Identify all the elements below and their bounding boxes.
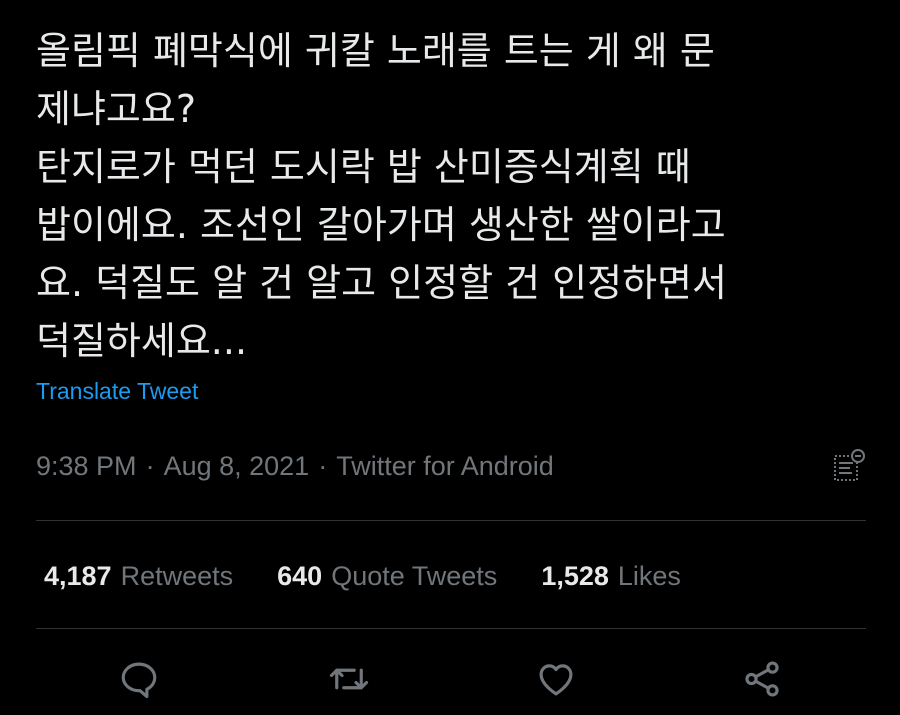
retweet-button[interactable]	[326, 656, 372, 702]
like-button[interactable]	[533, 656, 579, 702]
tweet-source[interactable]: Twitter for Android	[336, 451, 554, 482]
retweets-count: 4,187	[44, 560, 112, 591]
retweet-icon	[329, 668, 369, 690]
reply-icon	[121, 662, 157, 699]
share-icon	[745, 661, 779, 697]
tweet-text: 올림픽 폐막식에 귀칼 노래를 트는 게 왜 문 제냐고요? 탄지로가 먹던 도…	[36, 29, 727, 363]
share-button[interactable]	[739, 656, 785, 702]
divider	[36, 520, 866, 521]
retweets-stat[interactable]: 4,187 Retweets	[44, 561, 233, 592]
meta-separator: ·	[145, 450, 155, 481]
tweet-date[interactable]: Aug 8, 2021	[164, 451, 310, 482]
quote-tweets-count: 640	[277, 560, 323, 591]
like-icon	[539, 664, 573, 696]
analytics-icon[interactable]	[832, 448, 866, 484]
tweet-time: 9:38 PM	[36, 450, 137, 481]
tweet-actions	[36, 652, 866, 706]
retweets-label: Retweets	[120, 560, 234, 591]
tweet-metadata: 9:38 PM · Aug 8, 2021 · Twitter for Andr…	[36, 446, 866, 486]
translate-tweet-link[interactable]: Translate Tweet	[36, 378, 198, 405]
tweet-stats: 4,187 Retweets 640 Quote Tweets 1,528 Li…	[44, 556, 725, 596]
quote-tweets-stat[interactable]: 640 Quote Tweets	[277, 561, 497, 592]
divider	[36, 628, 866, 629]
quote-tweets-label: Quote Tweets	[331, 560, 498, 591]
meta-separator: ·	[318, 450, 328, 481]
likes-count: 1,528	[541, 560, 609, 591]
likes-stat[interactable]: 1,528 Likes	[541, 561, 681, 592]
reply-button[interactable]	[116, 656, 162, 702]
likes-label: Likes	[617, 560, 681, 591]
